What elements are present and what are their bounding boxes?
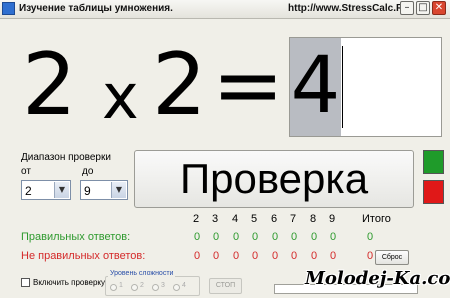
range-from-label: от (21, 166, 31, 177)
maximize-button[interactable]: □ (416, 1, 430, 15)
range-from-value: 2 (25, 184, 32, 198)
difficulty-label: 2 (140, 282, 144, 289)
correct-count: 0 (212, 231, 220, 243)
wrong-count: 0 (290, 250, 298, 262)
correct-count: 0 (232, 231, 240, 243)
range-from-select[interactable]: 2 ▼ (21, 180, 71, 200)
reset-button[interactable]: Сброс (375, 250, 409, 265)
include-check-checkbox[interactable] (21, 278, 30, 287)
correct-count: 0 (193, 231, 201, 243)
wrong-total: 0 (366, 250, 374, 262)
watermark-text: Molodej-Ka.com (305, 268, 450, 289)
minimize-button[interactable]: – (400, 1, 414, 15)
wrong-count: 0 (271, 250, 279, 262)
difficulty-radio-4[interactable] (173, 284, 180, 291)
difficulty-title: Уровень сложности (108, 270, 176, 277)
answer-input[interactable]: 4 (289, 37, 442, 137)
column-header: 9 (329, 213, 336, 225)
correct-indicator (423, 150, 444, 174)
difficulty-radio-1[interactable] (110, 284, 117, 291)
correct-answers-label: Правильных ответов: (21, 231, 131, 243)
website-url: http://www.StressCalc.Ru (288, 3, 410, 14)
operand-a: 2 (22, 35, 77, 135)
correct-count: 0 (310, 231, 318, 243)
total-header: Итого (362, 213, 391, 225)
text-caret (342, 46, 343, 128)
column-header: 8 (310, 213, 317, 225)
title-bar: Изучение таблицы умножения. http://www.S… (0, 0, 450, 19)
correct-count: 0 (290, 231, 298, 243)
wrong-count: 0 (251, 250, 259, 262)
answer-value: 4 (290, 41, 341, 131)
operand-b: 2 (152, 35, 207, 135)
correct-count: 0 (271, 231, 279, 243)
wrong-answers-label: Не правильных ответов: (21, 250, 146, 262)
difficulty-radio-3[interactable] (152, 284, 159, 291)
wrong-count: 0 (232, 250, 240, 262)
close-button[interactable]: ✕ (432, 1, 446, 15)
wrong-count: 0 (310, 250, 318, 262)
chevron-down-icon[interactable]: ▼ (111, 182, 126, 198)
column-header: 5 (251, 213, 258, 225)
range-to-label: до (82, 166, 94, 177)
range-to-select[interactable]: 9 ▼ (80, 180, 128, 200)
stop-button[interactable]: СТОП (209, 278, 242, 294)
equals-sign: = (212, 35, 285, 135)
column-header: 4 (232, 213, 239, 225)
column-header: 2 (193, 213, 200, 225)
wrong-count: 0 (329, 250, 337, 262)
column-header: 6 (271, 213, 278, 225)
difficulty-label: 4 (182, 282, 186, 289)
range-to-value: 9 (84, 184, 91, 198)
chevron-down-icon[interactable]: ▼ (54, 182, 69, 198)
range-title: Диапазон проверки (21, 152, 111, 163)
correct-count: 0 (251, 231, 259, 243)
wrong-count: 0 (193, 250, 201, 262)
app-icon (2, 2, 15, 15)
correct-total: 0 (366, 231, 374, 243)
correct-count: 0 (329, 231, 337, 243)
multiply-sign: x (102, 60, 139, 133)
column-header: 7 (290, 213, 297, 225)
include-check-label: Включить проверку (33, 278, 105, 287)
window-title: Изучение таблицы умножения. (19, 3, 173, 14)
check-button[interactable]: Проверка (134, 150, 414, 208)
difficulty-label: 3 (161, 282, 165, 289)
column-header: 3 (212, 213, 219, 225)
wrong-indicator (423, 180, 444, 204)
wrong-count: 0 (212, 250, 220, 262)
difficulty-label: 1 (119, 282, 123, 289)
difficulty-radio-2[interactable] (131, 284, 138, 291)
